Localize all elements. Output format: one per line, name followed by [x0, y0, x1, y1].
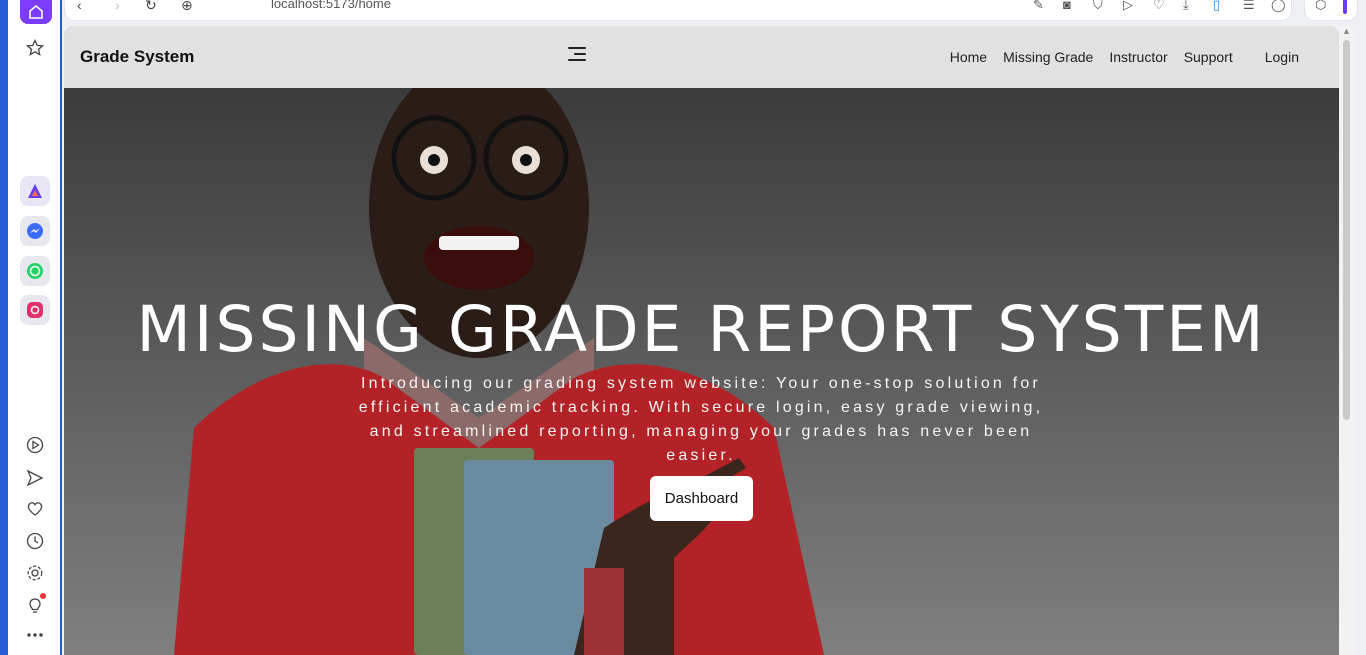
hero-description: Introducing our grading system website: …: [358, 375, 1044, 464]
hero-title: MISSING GRADE REPORT SYSTEM: [136, 293, 1267, 366]
sidebar-panel: [8, 0, 60, 655]
page-scrollbar[interactable]: ▲: [1340, 26, 1354, 655]
scroll-up-icon[interactable]: ▲: [1342, 26, 1351, 36]
star-icon[interactable]: [20, 33, 50, 63]
whatsapp-icon[interactable]: [20, 256, 50, 286]
hero-section: MISSING GRADE REPORT SYSTEM Introducing …: [64, 88, 1339, 655]
heart-icon[interactable]: ♡: [1153, 0, 1165, 13]
edit-icon[interactable]: ✎: [1033, 0, 1044, 13]
page-viewport: Grade System Home Missing Grade Instruct…: [64, 26, 1339, 655]
nav-link-instructor[interactable]: Instructor: [1109, 49, 1167, 65]
clock-icon[interactable]: [20, 526, 50, 556]
scrollbar-thumb[interactable]: [1343, 40, 1350, 420]
browser-toolbar: ‹ › ↻ ⊕ localhost:5173/home ✎ ◙ ⛉ ▷ ♡ ⤓ …: [64, 0, 1292, 21]
nav-link-home[interactable]: Home: [950, 49, 987, 65]
download-icon[interactable]: ⤓: [1183, 0, 1189, 13]
dashboard-button[interactable]: Dashboard: [650, 476, 753, 521]
lightbulb-icon[interactable]: [20, 591, 50, 621]
forward-icon[interactable]: ›: [115, 0, 120, 13]
brand-title[interactable]: Grade System: [80, 47, 194, 67]
app-a-icon[interactable]: [20, 176, 50, 206]
globe-icon: ⊕: [181, 0, 193, 13]
nav-link-support[interactable]: Support: [1184, 49, 1233, 65]
play-icon[interactable]: ▷: [1123, 0, 1133, 13]
bookmark-icon[interactable]: ▯: [1213, 0, 1220, 13]
messenger-icon[interactable]: [20, 216, 50, 246]
gear-icon[interactable]: [20, 558, 50, 588]
app-navbar: Grade System Home Missing Grade Instruct…: [64, 26, 1339, 88]
settings-icon[interactable]: ☰: [1243, 0, 1255, 13]
cube-icon[interactable]: ⬡: [1315, 0, 1326, 13]
reload-icon[interactable]: ↻: [145, 0, 157, 14]
browser-sidebar: [0, 0, 62, 655]
nav-link-missing-grade[interactable]: Missing Grade: [1003, 49, 1093, 65]
camera-icon[interactable]: ◙: [1063, 0, 1071, 12]
accent-bar: [1343, 0, 1347, 14]
back-icon[interactable]: ‹: [77, 0, 82, 13]
shield-icon[interactable]: ⛉: [1093, 0, 1103, 13]
browser-extras: ⬡: [1304, 0, 1358, 21]
heart-icon[interactable]: [20, 494, 50, 524]
more-icon[interactable]: [20, 620, 50, 650]
instagram-icon[interactable]: [20, 295, 50, 325]
address-bar[interactable]: localhost:5173/home: [271, 0, 391, 11]
nav-links: Home Missing Grade Instructor Support Lo…: [950, 49, 1299, 65]
send-icon[interactable]: [20, 463, 50, 493]
home-icon[interactable]: [20, 0, 52, 24]
profile-icon[interactable]: ◯: [1271, 0, 1286, 13]
login-link[interactable]: Login: [1265, 49, 1299, 65]
play-icon[interactable]: [20, 430, 50, 460]
notification-dot: [40, 593, 46, 599]
menu-icon[interactable]: [568, 47, 586, 61]
